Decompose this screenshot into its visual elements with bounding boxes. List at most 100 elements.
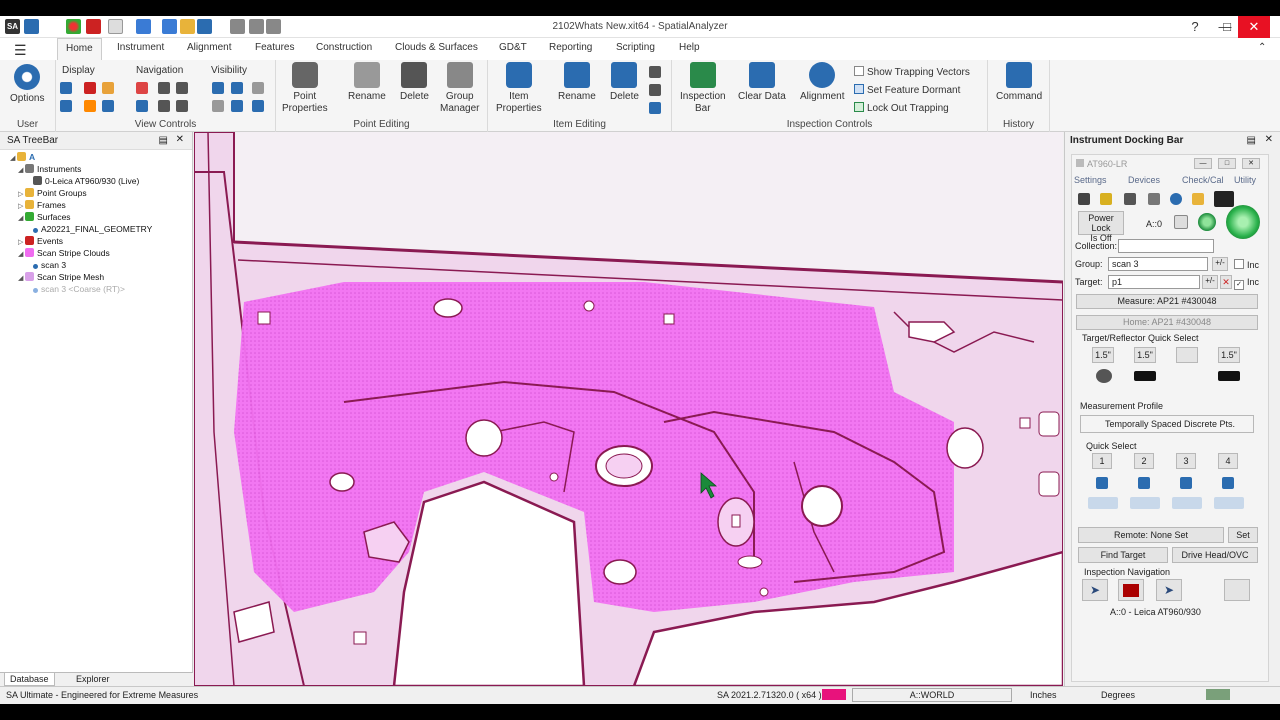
find-target-button[interactable]: Find Target (1078, 547, 1168, 563)
3d-viewport[interactable] (194, 132, 1063, 686)
target-inc-checkbox[interactable]: ✓ Inc (1234, 277, 1259, 290)
tab-home[interactable]: Home (57, 38, 102, 60)
copy-item-icon[interactable] (649, 102, 661, 114)
refresh-view-icon[interactable] (136, 100, 148, 112)
profile-1-icon[interactable] (1096, 477, 1108, 489)
panel-close-button[interactable]: ✕ (1242, 158, 1260, 169)
quick-select-4-button[interactable]: 4 (1218, 453, 1238, 469)
expand-mesh-icon[interactable]: ◢ (18, 274, 23, 282)
group-plusminus-button[interactable]: +/- (1212, 257, 1228, 271)
move-item-icon[interactable] (649, 84, 661, 96)
panel-minimize-button[interactable]: — (1194, 158, 1212, 169)
remote-button[interactable]: Remote: None Set (1078, 527, 1224, 543)
tool-folder-icon[interactable] (1192, 193, 1204, 205)
measure-go-button[interactable] (1226, 205, 1260, 239)
shade-icon[interactable] (102, 100, 114, 112)
sa-logo-4-icon[interactable] (1214, 497, 1244, 509)
point-delete-button[interactable]: Delete (400, 62, 429, 103)
tab-explorer[interactable]: Explorer (60, 674, 110, 684)
tab-features[interactable]: Features (255, 42, 294, 53)
expand-surfaces-icon[interactable]: ◢ (18, 214, 23, 222)
tree-instruments[interactable]: Instruments (25, 164, 81, 174)
zoom-box-icon[interactable] (176, 82, 188, 94)
tree-point-groups[interactable]: Point Groups (25, 188, 87, 198)
target-4-button[interactable]: 1.5" (1218, 347, 1240, 363)
tool-refresh-icon[interactable] (1170, 193, 1182, 205)
tree-cloud-item[interactable]: scan 3 (33, 260, 66, 270)
tab-clouds-surfaces[interactable]: Clouds & Surfaces (395, 42, 478, 53)
layers-icon[interactable] (60, 100, 72, 112)
pin-panel-icon[interactable]: ▤ (159, 135, 168, 146)
quick-select-2-button[interactable]: 2 (1134, 453, 1154, 469)
ibar-close-icon[interactable]: ✕ (1265, 134, 1273, 145)
group-inc-checkbox[interactable]: Inc (1234, 259, 1259, 270)
tree-scan-stripe-clouds[interactable]: Scan Stripe Clouds (25, 248, 110, 258)
status-units-angle[interactable]: Degrees (1101, 690, 1135, 700)
zoom-icon[interactable] (158, 100, 170, 112)
quick-select-1-button[interactable]: 1 (1092, 453, 1112, 469)
menu-utility[interactable]: Utility (1234, 175, 1256, 185)
tree-scan-stripe-mesh[interactable]: Scan Stripe Mesh (25, 272, 104, 282)
expand-clouds-icon[interactable]: ◢ (18, 250, 23, 258)
show-trapping-vectors-checkbox[interactable]: Show Trapping Vectors (854, 66, 970, 78)
tab-database[interactable]: Database (4, 673, 55, 686)
tab-alignment[interactable]: Alignment (187, 42, 231, 53)
status-frame[interactable]: A::WORLD (852, 688, 1012, 702)
tree-instrument-item[interactable]: 0-Leica AT960/930 (Live) (33, 176, 139, 186)
home-button[interactable]: Home: AP21 #430048 (1076, 315, 1258, 330)
rotate-icon[interactable] (136, 82, 148, 94)
profile-4-icon[interactable] (1222, 477, 1234, 489)
target-3-button[interactable] (1176, 347, 1198, 363)
quick-select-3-button[interactable]: 3 (1176, 453, 1196, 469)
group-select[interactable]: scan 3 (1108, 257, 1208, 271)
tree-surface-item[interactable]: A20221_FINAL_GEOMETRY (33, 224, 152, 234)
item-rename-button[interactable]: Rename (558, 62, 596, 103)
tree-events[interactable]: Events (25, 236, 63, 246)
profile-2-icon[interactable] (1138, 477, 1150, 489)
expand-point-groups-icon[interactable]: ▷ (18, 190, 23, 198)
window-help-icon[interactable]: ? (1180, 16, 1210, 38)
target-2-button[interactable]: 1.5" (1134, 347, 1156, 363)
expand-events-icon[interactable]: ▷ (18, 238, 23, 246)
collapse-ribbon-icon[interactable]: ⌃ (1258, 42, 1266, 53)
profile-3-icon[interactable] (1180, 477, 1192, 489)
flask-icon[interactable] (231, 100, 243, 112)
power-lock-button[interactable]: Power Lock Is Off (1078, 211, 1124, 243)
nav-settings-button[interactable] (1224, 579, 1250, 601)
tool-probe-icon[interactable] (1124, 193, 1136, 205)
menu-checkcal[interactable]: Check/Cal (1182, 175, 1224, 185)
tool-level-icon[interactable] (1100, 193, 1112, 205)
menu-hamburger-icon[interactable]: ☰ (14, 42, 27, 59)
tool-file-icon[interactable] (1148, 193, 1160, 205)
target-clear-icon[interactable]: ✕ (1220, 275, 1232, 289)
palette-icon[interactable] (84, 100, 96, 112)
tab-construction[interactable]: Construction (316, 42, 372, 53)
profile-select[interactable]: Temporally Spaced Discrete Pts. (1080, 415, 1254, 433)
alignment-button[interactable]: Alignment (800, 62, 844, 103)
tag-icon[interactable] (212, 100, 224, 112)
panel-restore-button[interactable]: □ (1218, 158, 1236, 169)
nav-next-button[interactable]: ➤ (1156, 579, 1182, 601)
tab-instrument[interactable]: Instrument (117, 42, 164, 53)
target-1-button[interactable]: 1.5" (1092, 347, 1114, 363)
sa-logo-2-icon[interactable] (1130, 497, 1160, 509)
set-feature-dormant-button[interactable]: Set Feature Dormant (854, 84, 960, 96)
measure-button[interactable]: Measure: AP21 #430048 (1076, 294, 1258, 309)
collection-select[interactable] (1118, 239, 1214, 253)
menu-devices[interactable]: Devices (1128, 175, 1160, 185)
expand-instruments-icon[interactable]: ◢ (18, 166, 23, 174)
tracker-status-icon[interactable] (1174, 215, 1188, 229)
close-panel-icon[interactable]: ✕ (176, 134, 184, 145)
part-mesh-render[interactable] (194, 132, 1063, 686)
close-icon[interactable]: ✕ (1238, 16, 1270, 38)
command-button[interactable]: Command (996, 62, 1042, 103)
target-plusminus-button[interactable]: +/- (1202, 275, 1218, 289)
eye-icon[interactable] (231, 82, 243, 94)
sa-logo-3-icon[interactable] (1172, 497, 1202, 509)
expand-frames-icon[interactable]: ▷ (18, 202, 23, 210)
pan-icon[interactable] (158, 82, 170, 94)
tool-reset-icon[interactable] (1214, 191, 1234, 207)
nav-previous-button[interactable]: ➤ (1082, 579, 1108, 601)
tool-measure-icon[interactable] (1078, 193, 1090, 205)
cube-view-icon[interactable] (60, 82, 72, 94)
